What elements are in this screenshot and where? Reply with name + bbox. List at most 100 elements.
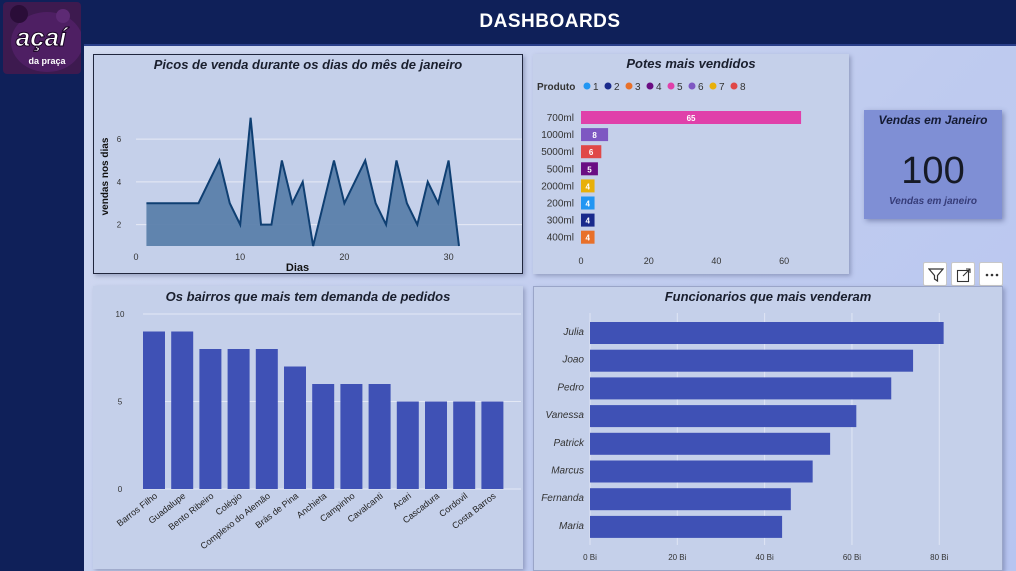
category-label: 400ml — [547, 233, 574, 244]
x-tick-label: 40 Bi — [756, 553, 774, 562]
legend-marker — [730, 82, 738, 90]
bar — [340, 384, 363, 489]
x-axis-title: Dias — [286, 262, 309, 274]
x-tick-label: 20 — [644, 256, 654, 266]
data-label: 4 — [586, 234, 591, 243]
x-tick-label: 60 — [779, 256, 789, 266]
legend-label: 8 — [740, 82, 746, 93]
bar — [590, 488, 791, 511]
x-tick-label: 30 — [444, 252, 454, 262]
category-label: Pedro — [557, 382, 584, 393]
bar — [590, 432, 831, 455]
category-label: Patrick — [553, 438, 585, 449]
data-label: 6 — [589, 148, 594, 157]
y-tick-label: 6 — [117, 135, 122, 144]
bar — [590, 349, 914, 372]
legend-label: 2 — [614, 82, 620, 93]
x-tick-label: 80 Bi — [930, 553, 948, 562]
y-tick-label: 0 — [118, 485, 123, 494]
filter-button[interactable] — [923, 262, 947, 286]
neighborhoods-chart: 0510Barros FilhoGuadalupeBento RibeiroCo… — [115, 310, 521, 551]
category-label: Julia — [562, 327, 584, 338]
more-options-icon — [985, 273, 999, 277]
category-label: 2000ml — [541, 181, 574, 192]
acai-logo: açaí da praça — [3, 2, 81, 74]
legend-label: 6 — [698, 82, 704, 93]
legend-title: Produto — [537, 82, 575, 93]
legend-label: 7 — [719, 82, 725, 93]
legend-label: 5 — [677, 82, 683, 93]
x-tick-label: 0 Bi — [583, 553, 597, 562]
top-pots-chart: Produto 1 2 3 4 5 6 7 8 700ml 65 1000ml 8 5000ml 6 500m… — [537, 82, 802, 266]
x-tick-label: 20 Bi — [668, 553, 686, 562]
bar — [171, 331, 194, 489]
data-label: 4 — [586, 217, 591, 226]
data-label: 5 — [587, 165, 592, 174]
bar — [396, 401, 419, 489]
kpi-title: Vendas em Janeiro — [878, 113, 988, 127]
data-label: 4 — [586, 200, 591, 209]
category-label: Vanessa — [545, 410, 584, 421]
bar — [590, 515, 783, 538]
category-label: Acari — [391, 491, 413, 512]
top-pots-card[interactable]: Potes mais vendidos Produto 1 2 3 4 5 6 7 8 700ml… — [533, 54, 849, 274]
data-label: 65 — [687, 114, 696, 123]
bar — [481, 401, 504, 489]
category-label: Marcus — [551, 466, 584, 477]
x-tick-label: 40 — [711, 256, 721, 266]
page-title: DASHBOARDS — [479, 11, 621, 32]
bar — [590, 322, 944, 344]
bar — [143, 331, 165, 489]
category-label: 1000ml — [541, 130, 574, 141]
x-tick-label: 20 — [339, 252, 349, 262]
category-label: Fernanda — [541, 493, 584, 504]
legend-marker — [583, 82, 591, 90]
neighborhoods-card[interactable]: Os bairros que mais tem demanda de pedid… — [93, 286, 523, 569]
category-label: 500ml — [547, 164, 574, 175]
y-tick-label: 4 — [117, 178, 122, 187]
bar — [227, 349, 250, 489]
focus-mode-icon — [956, 268, 971, 283]
y-axis-title: vendas nos dias — [100, 137, 111, 215]
category-label: Maria — [559, 521, 584, 532]
legend-marker — [646, 82, 654, 90]
category-label: 300ml — [547, 216, 574, 227]
employees-card[interactable]: Funcionarios que mais venderam 0 Bi 20 Bi… — [533, 286, 1003, 571]
y-tick-label: 10 — [116, 310, 125, 319]
legend-label: 3 — [635, 82, 641, 93]
logo-subtext: da praça — [28, 56, 66, 66]
kpi-value: 100 — [901, 150, 965, 192]
focus-mode-button[interactable] — [951, 262, 975, 286]
legend-marker — [667, 82, 675, 90]
kpi-label: Vendas em janeiro — [889, 196, 977, 207]
legend-marker — [709, 82, 717, 90]
y-tick-label: 5 — [118, 398, 123, 407]
legend-marker — [625, 82, 633, 90]
data-label: 4 — [586, 182, 591, 191]
kpi-card[interactable]: Vendas em Janeiro 100 Vendas em janeiro — [864, 110, 1002, 219]
bar — [590, 460, 813, 483]
logo-text: açaí — [16, 22, 69, 52]
data-label: 8 — [592, 131, 597, 140]
more-options-button[interactable] — [979, 262, 1003, 286]
bar — [368, 384, 391, 489]
category-label: Joao — [561, 355, 584, 366]
legend-marker — [604, 82, 612, 90]
x-tick-label: 60 Bi — [843, 553, 861, 562]
legend-label: 1 — [593, 82, 599, 93]
legend-marker — [688, 82, 696, 90]
bar — [453, 401, 476, 489]
sales-peaks-chart: 2 4 6 0 10 20 30 Dias vendas nos dias — [100, 117, 522, 274]
category-label: 5000ml — [541, 147, 574, 158]
y-tick-label: 2 — [117, 221, 122, 230]
legend-label: 4 — [656, 82, 662, 93]
category-label: 700ml — [547, 113, 574, 124]
bar — [590, 377, 892, 400]
bar — [255, 349, 278, 489]
filter-icon — [928, 268, 944, 283]
x-tick-label: 0 — [133, 252, 138, 262]
employees-chart: 0 Bi 20 Bi 40 Bi 60 Bi 80 Bi Julia Joao Pedro Va… — [541, 313, 949, 562]
x-tick-label: 10 — [235, 252, 245, 262]
sales-peaks-card[interactable]: Picos de venda durante os dias do mês de… — [93, 54, 523, 274]
bar — [312, 384, 335, 489]
